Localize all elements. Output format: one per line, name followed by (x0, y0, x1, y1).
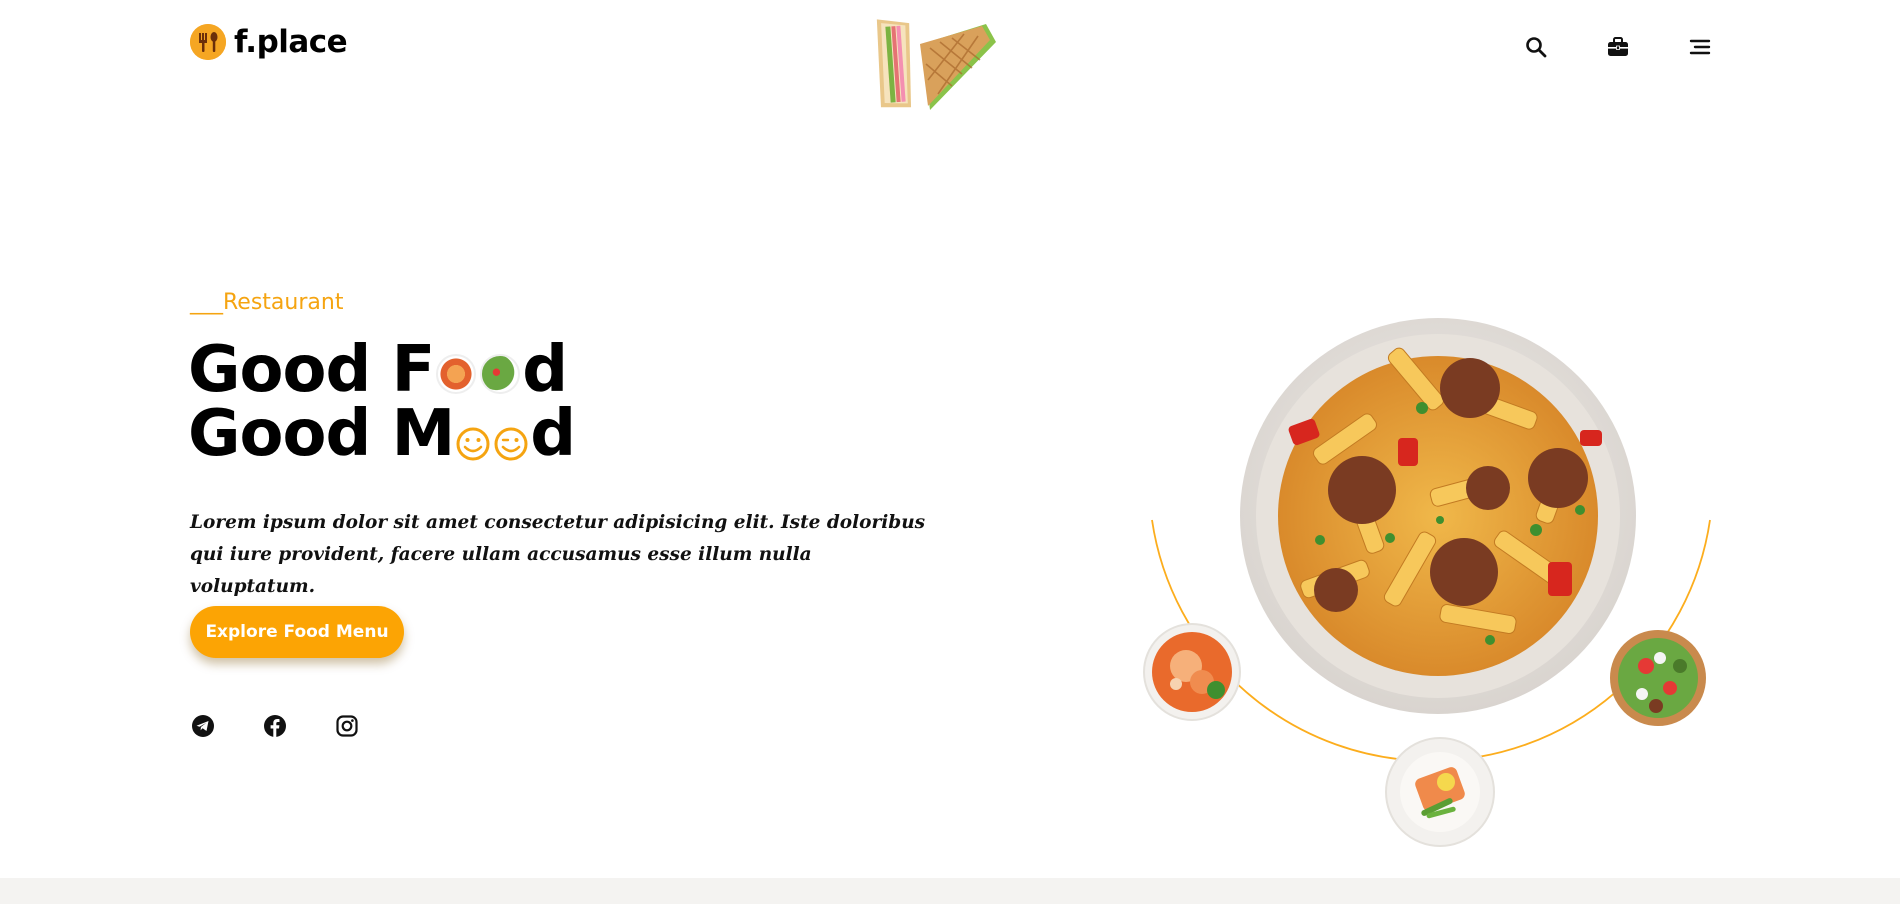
facebook-icon[interactable] (262, 713, 288, 739)
site-header: f.place (0, 0, 1900, 110)
instagram-icon[interactable] (334, 713, 360, 739)
dish-shrimp-icon (436, 354, 477, 394)
headline-text: d (530, 397, 576, 471)
telegram-icon[interactable] (190, 713, 216, 739)
wink-icon (494, 427, 528, 461)
menu-icon[interactable] (1686, 33, 1714, 61)
section-divider (0, 878, 1900, 904)
headline-line-2: Good M d (188, 397, 576, 471)
explore-menu-button[interactable]: Explore Food Menu (190, 606, 404, 658)
search-icon[interactable] (1522, 33, 1550, 61)
salad-bowl-image (1610, 630, 1706, 726)
headline-text: Good F (188, 333, 435, 407)
briefcase-icon[interactable] (1604, 33, 1632, 61)
brand-name: f.place (234, 24, 348, 60)
brand-logo[interactable]: f.place (190, 24, 348, 60)
headline-text: d (522, 333, 568, 407)
dish-salad-icon (480, 354, 521, 394)
eyebrow-label: ___Restaurant (190, 290, 344, 315)
food-showcase (1143, 318, 1711, 847)
smile-icon (456, 427, 490, 461)
hero-description: Lorem ipsum dolor sit amet consectetur a… (190, 511, 926, 597)
shrimp-plate-image (1143, 623, 1241, 721)
headline-text: Good M (188, 397, 455, 471)
cutlery-icon (190, 24, 226, 60)
sandwich-image (876, 19, 996, 110)
salmon-plate-image (1385, 737, 1495, 847)
hero-headline: Good F d Good M d (188, 338, 576, 471)
headline-line-1: Good F d (188, 338, 575, 402)
pasta-bowl-image (1240, 318, 1636, 714)
